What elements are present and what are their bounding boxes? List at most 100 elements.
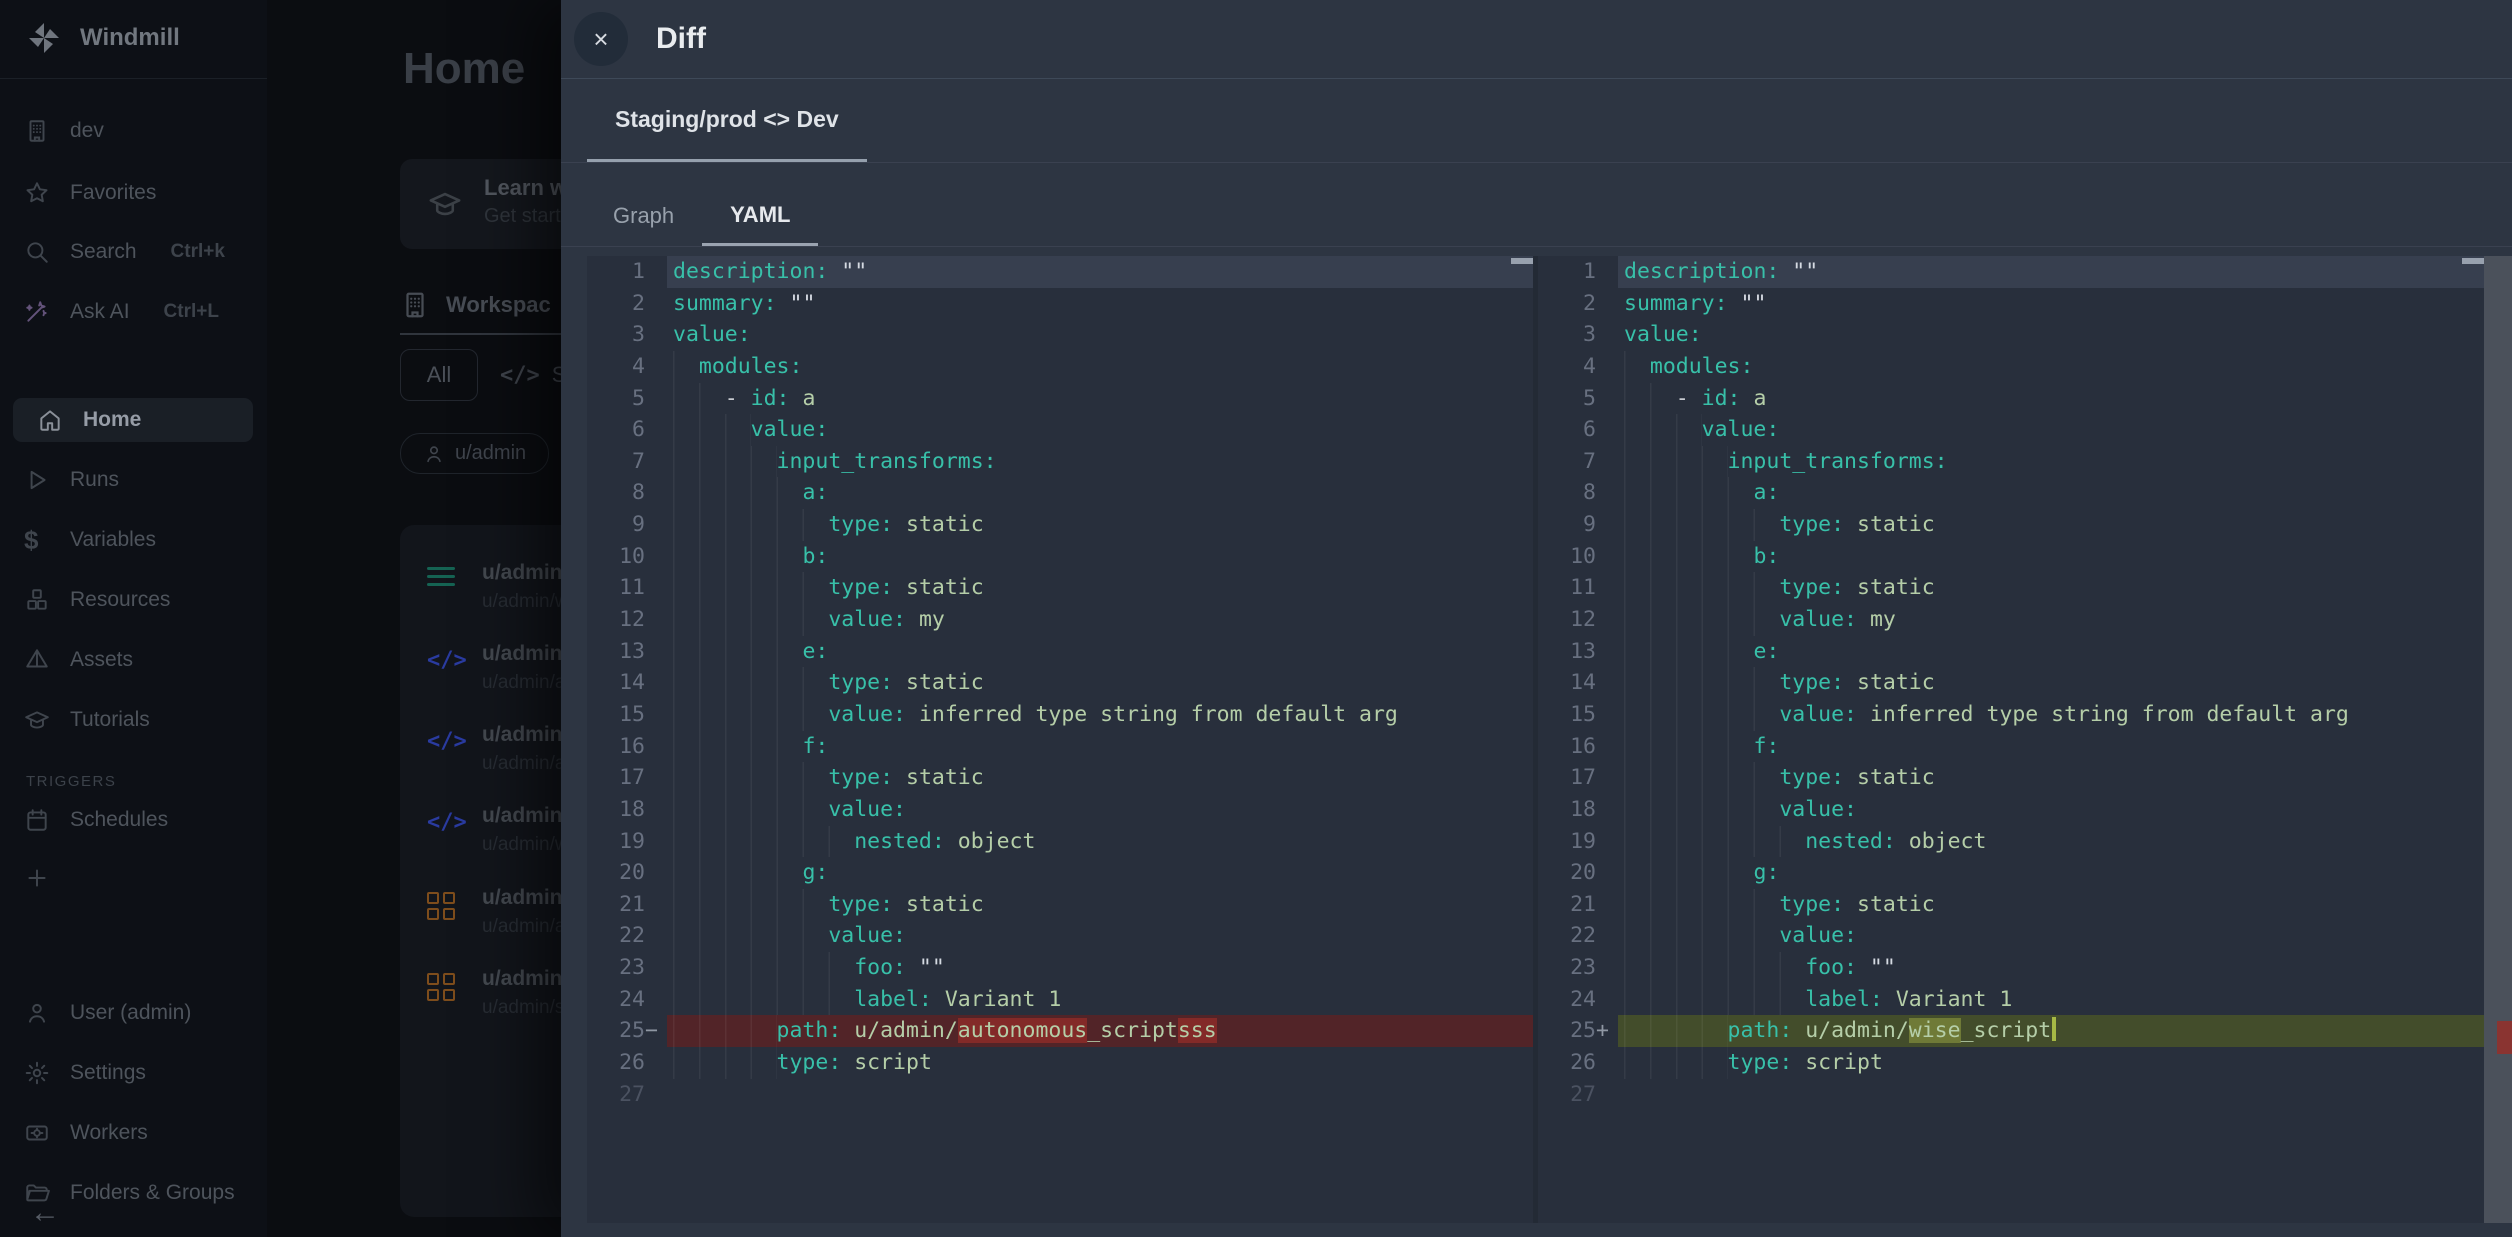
code-line: 2summary: "" xyxy=(1538,288,2484,320)
sidebar-item-label: Resources xyxy=(70,588,170,612)
code-line: 25−path: u/admin/autonomous_scriptsss xyxy=(587,1015,1533,1047)
diff-marker xyxy=(645,256,667,288)
line-number: 26 xyxy=(1538,1047,1596,1079)
line-number: 26 xyxy=(587,1047,645,1079)
sidebar-item-tutorials[interactable]: Tutorials xyxy=(0,701,267,739)
sidebar-item-home[interactable]: Home xyxy=(13,398,253,442)
tab-label: Staging/prod <> Dev xyxy=(615,106,839,133)
sidebar-item-workers[interactable]: Workers xyxy=(0,1114,267,1152)
diff-marker xyxy=(645,952,667,984)
line-number: 18 xyxy=(1538,794,1596,826)
line-number: 9 xyxy=(587,509,645,541)
line-number: 22 xyxy=(1538,920,1596,952)
windmill-logo-icon xyxy=(26,20,62,56)
page-title: Home xyxy=(403,44,525,94)
line-number: 20 xyxy=(1538,857,1596,889)
brand[interactable]: Windmill xyxy=(0,10,267,66)
sidebar-item-label: Folders & Groups xyxy=(70,1181,235,1205)
sidebar-item-favorites[interactable]: Favorites xyxy=(0,174,267,212)
gear-icon xyxy=(24,1060,50,1086)
line-number: 5 xyxy=(587,383,645,415)
line-number: 1 xyxy=(1538,256,1596,288)
line-number: 19 xyxy=(1538,826,1596,858)
script-icon: </> xyxy=(427,729,467,754)
line-number: 22 xyxy=(587,920,645,952)
diff-marker xyxy=(645,984,667,1016)
drawer-title: Diff xyxy=(656,22,706,56)
line-number: 16 xyxy=(1538,731,1596,763)
sidebar-item-resources[interactable]: Resources xyxy=(0,581,267,619)
app-icon xyxy=(427,973,455,1001)
tab-yaml[interactable]: YAML xyxy=(702,186,818,246)
sidebar-item-workspace[interactable]: dev xyxy=(0,112,267,150)
line-number: 16 xyxy=(587,731,645,763)
sidebar-item-variables[interactable]: $ Variables xyxy=(0,521,267,559)
line-number: 24 xyxy=(1538,984,1596,1016)
script-icon: </> xyxy=(427,648,467,673)
dollar-icon: $ xyxy=(24,527,50,553)
sidebar-item-label: Workers xyxy=(70,1121,148,1145)
pyramid-icon xyxy=(24,647,50,673)
diff-marker xyxy=(645,477,667,509)
line-number: 13 xyxy=(587,636,645,668)
code-line: 25+path: u/admin/wise_script xyxy=(1538,1015,2484,1047)
diff-marker xyxy=(1596,288,1618,320)
code-line: 14type: static xyxy=(1538,667,2484,699)
code-line: 18value: xyxy=(587,794,1533,826)
sidebar-item-label: dev xyxy=(70,119,104,143)
code-line: 9type: static xyxy=(1538,509,2484,541)
code-line: 6value: xyxy=(587,414,1533,446)
sidebar-item-label: Schedules xyxy=(70,808,168,832)
graduation-cap-icon xyxy=(24,707,50,733)
code-line: 1description: "" xyxy=(1538,256,2484,288)
sidebar-item-assets[interactable]: Assets xyxy=(0,641,267,679)
diff-pane-modified[interactable]: 1description: ""2summary: ""3value:4modu… xyxy=(1538,256,2484,1223)
line-number: 3 xyxy=(587,319,645,351)
overview-scrollbar[interactable] xyxy=(2484,256,2512,1223)
diff-pane-original[interactable]: 1description: ""2summary: ""3value:4modu… xyxy=(587,256,1533,1223)
diff-marker xyxy=(645,509,667,541)
diff-target-tabbar: Staging/prod <> Dev xyxy=(561,79,2512,163)
code-line: 8a: xyxy=(1538,477,2484,509)
code-line: 12value: my xyxy=(587,604,1533,636)
workspace-tab[interactable]: Workspac xyxy=(400,290,551,320)
diff-marker xyxy=(645,636,667,668)
diff-marker xyxy=(1596,699,1618,731)
diff-marker xyxy=(645,699,667,731)
sidebar-add-trigger-button[interactable] xyxy=(0,859,267,897)
filter-all-button[interactable]: All xyxy=(400,349,478,401)
diff-marker xyxy=(645,446,667,478)
close-button[interactable]: × xyxy=(574,12,628,66)
collapse-sidebar-arrow-icon[interactable]: ← xyxy=(30,1196,60,1230)
line-number: 15 xyxy=(1538,699,1596,731)
line-number: 13 xyxy=(1538,636,1596,668)
diff-marker xyxy=(1596,731,1618,763)
code-line: 17type: static xyxy=(587,762,1533,794)
diff-marker xyxy=(1596,414,1618,446)
sidebar-item-schedules[interactable]: Schedules xyxy=(0,801,267,839)
line-number: 3 xyxy=(1538,319,1596,351)
code-line: 27 xyxy=(587,1079,1533,1111)
sidebar-item-label: Ask AI xyxy=(70,300,130,324)
tab-staging-prod-dev[interactable]: Staging/prod <> Dev xyxy=(587,79,867,162)
diff-marker xyxy=(1596,794,1618,826)
code-line: 22value: xyxy=(587,920,1533,952)
sidebar-item-label: Home xyxy=(83,408,141,432)
sidebar-item-ask-ai[interactable]: Ask AI Ctrl+L xyxy=(0,293,267,331)
owner-filter-chip[interactable]: u/admin xyxy=(400,433,549,474)
code-line: 14type: static xyxy=(587,667,1533,699)
line-number: 10 xyxy=(1538,541,1596,573)
tab-graph[interactable]: Graph xyxy=(585,186,702,246)
sidebar-item-search[interactable]: Search Ctrl+k xyxy=(0,233,267,271)
search-icon xyxy=(24,239,50,265)
diff-marker xyxy=(645,1079,667,1111)
diff-marker xyxy=(1596,826,1618,858)
sidebar-item-runs[interactable]: Runs xyxy=(0,461,267,499)
sidebar-item-user[interactable]: User (admin) xyxy=(0,994,267,1032)
sidebar-item-settings[interactable]: Settings xyxy=(0,1054,267,1092)
diff-marker xyxy=(1596,256,1618,288)
line-number: 12 xyxy=(1538,604,1596,636)
line-number: 17 xyxy=(1538,762,1596,794)
diff-marker xyxy=(645,794,667,826)
line-number: 24 xyxy=(587,984,645,1016)
